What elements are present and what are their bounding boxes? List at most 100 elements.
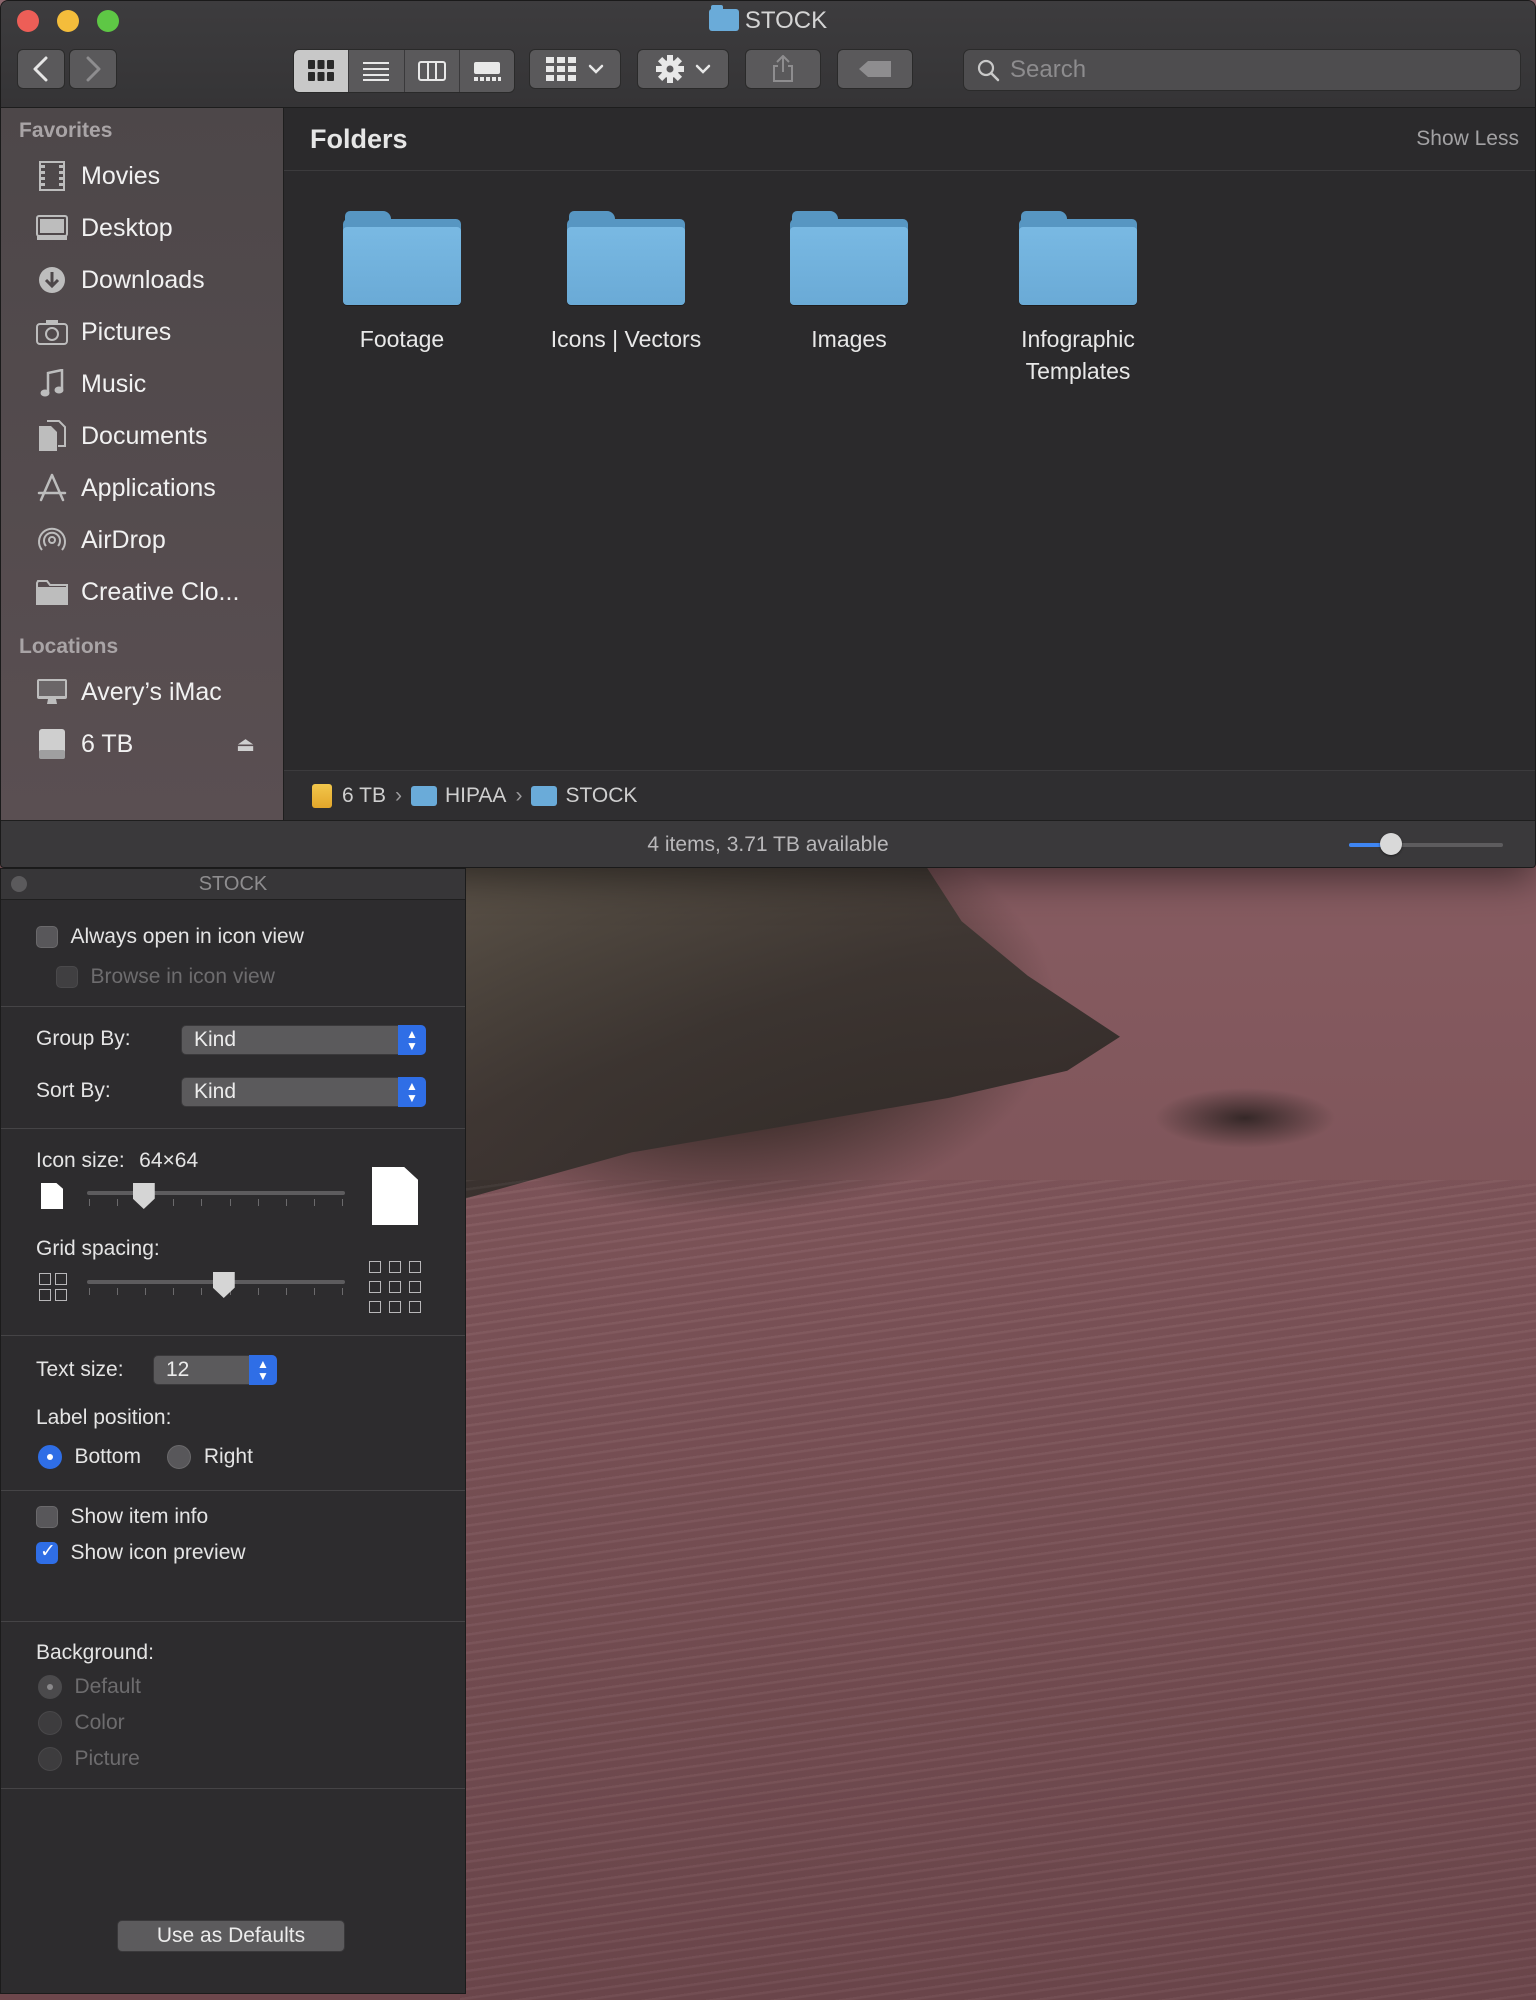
desktop-icon	[36, 215, 68, 240]
gallery-view-button[interactable]	[459, 50, 514, 92]
icon-view-button[interactable]	[294, 50, 350, 92]
background-picture-radio	[38, 1747, 62, 1771]
sidebar-item-label: 6 TB	[81, 729, 134, 758]
view-options-panel: STOCK Always open in icon view Browse in…	[0, 868, 466, 1994]
chevron-down-icon	[588, 64, 604, 74]
back-button[interactable]	[17, 49, 65, 89]
updown-arrows-icon: ▲ ▼	[398, 1077, 426, 1107]
text-size-select[interactable]: 12 ▲ ▼	[153, 1355, 277, 1385]
folder-label: Icons | Vectors	[550, 326, 702, 352]
sidebar-item-airdrop[interactable]: AirDrop	[1, 514, 283, 566]
divider	[1, 1490, 465, 1491]
sort-by-value: Kind	[194, 1080, 237, 1103]
sidebar-item-label: Avery’s iMac	[81, 677, 222, 706]
sidebar-item-documents[interactable]: Documents	[1, 410, 283, 462]
sidebar-item-pictures[interactable]: Pictures	[1, 306, 283, 358]
share-button[interactable]	[745, 49, 821, 89]
sidebar-item-movies[interactable]: Movies	[1, 150, 283, 202]
path-item-label: STOCK	[565, 783, 638, 807]
grid-spacing-label: Grid spacing:	[36, 1237, 160, 1260]
label-bottom-text: Bottom	[74, 1445, 141, 1468]
use-as-defaults-button[interactable]: Use as Defaults	[117, 1920, 345, 1952]
tag-button[interactable]	[837, 49, 913, 89]
icon-size-slider-ticks	[89, 1199, 343, 1207]
chevron-down-icon	[695, 64, 711, 74]
folder-icon	[790, 211, 908, 305]
action-menu-button[interactable]	[637, 49, 729, 89]
folder-item-footage[interactable]: Footage	[302, 211, 502, 355]
small-page-icon	[41, 1183, 63, 1209]
document-icon	[39, 420, 66, 451]
sidebar-item-desktop[interactable]: Desktop	[1, 202, 283, 254]
imac-icon	[37, 679, 67, 704]
background-default-radio	[38, 1675, 62, 1699]
forward-button[interactable]	[69, 49, 117, 89]
search-field[interactable]	[963, 49, 1521, 91]
divider	[1, 1335, 465, 1336]
folder-item-images[interactable]: Images	[749, 211, 949, 355]
divider	[1, 1006, 465, 1007]
path-bar: 6 TB › HIPAA › STOCK	[284, 770, 1535, 820]
show-item-info-checkbox[interactable]	[36, 1506, 58, 1528]
path-separator: ›	[515, 783, 523, 807]
toolbar: STOCK	[1, 1, 1535, 108]
folder-icon	[567, 211, 685, 305]
list-view-button[interactable]	[349, 50, 405, 92]
music-note-icon	[40, 369, 64, 397]
show-icon-preview-row[interactable]: Show icon preview	[36, 1540, 500, 1565]
folder-icon	[410, 785, 437, 806]
wallpaper-cliff	[460, 860, 1120, 1200]
icon-size-slider[interactable]	[87, 1191, 345, 1195]
path-item-6tb[interactable]: 6 TB	[312, 783, 386, 808]
sidebar-item-creative-cloud[interactable]: Creative Clo...	[1, 566, 283, 618]
divider	[1, 1788, 465, 1789]
path-item-label: 6 TB	[342, 783, 386, 807]
camera-icon	[36, 320, 68, 345]
folder-item-icons-vectors[interactable]: Icons | Vectors	[526, 211, 726, 355]
sidebar-item-6tb[interactable]: 6 TB ⏏	[1, 718, 283, 770]
folder-item-infographic-templates[interactable]: Infographic Templates	[973, 211, 1183, 387]
background-default-label: Default	[74, 1675, 141, 1698]
sidebar-item-imac[interactable]: Avery’s iMac	[1, 666, 283, 718]
group-grid-icon	[546, 57, 576, 81]
sidebar-item-music[interactable]: Music	[1, 358, 283, 410]
icon-size-value: 64×64	[139, 1149, 199, 1172]
close-panel-button[interactable]	[11, 876, 27, 892]
folder-icon	[1019, 211, 1137, 305]
sidebar-item-downloads[interactable]: Downloads	[1, 254, 283, 306]
search-icon	[977, 59, 1000, 82]
divider	[1, 1621, 465, 1622]
always-open-icon-view-row[interactable]: Always open in icon view	[36, 925, 500, 949]
sort-by-select[interactable]: Kind ▲ ▼	[181, 1077, 426, 1107]
sidebar-item-applications[interactable]: Applications	[1, 462, 283, 514]
path-item-stock[interactable]: STOCK	[531, 784, 637, 808]
download-icon	[39, 267, 65, 293]
show-item-info-row[interactable]: Show item info	[36, 1505, 500, 1529]
icon-size-label: Icon size:	[36, 1149, 125, 1172]
column-view-button[interactable]	[404, 50, 460, 92]
drive-icon	[312, 783, 332, 808]
sidebar-item-label: Applications	[81, 473, 216, 502]
group-by-select[interactable]: Kind ▲ ▼	[181, 1025, 426, 1055]
text-size-label: Text size:	[36, 1358, 124, 1381]
eject-icon[interactable]: ⏏	[236, 732, 255, 757]
panel-title: STOCK	[1, 869, 465, 900]
always-open-icon-view-checkbox[interactable]	[36, 926, 58, 948]
icon-zoom-slider-knob[interactable]	[1379, 833, 1402, 855]
gallery-view-icon	[473, 62, 501, 81]
sidebar-item-label: Creative Clo...	[81, 577, 240, 606]
label-bottom-radio[interactable]	[38, 1445, 62, 1469]
search-input[interactable]	[1008, 55, 1492, 85]
folder-icon	[343, 211, 461, 305]
show-icon-preview-checkbox[interactable]	[36, 1540, 58, 1564]
show-item-info-label: Show item info	[70, 1505, 209, 1528]
sidebar-item-label: Documents	[81, 421, 208, 450]
folder-icon	[36, 580, 68, 605]
label-right-radio[interactable]	[167, 1445, 192, 1469]
sidebar-item-label: Music	[81, 369, 147, 398]
show-less-button[interactable]: Show Less	[1416, 127, 1519, 151]
path-item-hipaa[interactable]: HIPAA	[410, 784, 506, 808]
show-icon-preview-label: Show icon preview	[70, 1541, 246, 1564]
group-by-button[interactable]	[529, 49, 621, 89]
drive-icon	[39, 729, 65, 759]
